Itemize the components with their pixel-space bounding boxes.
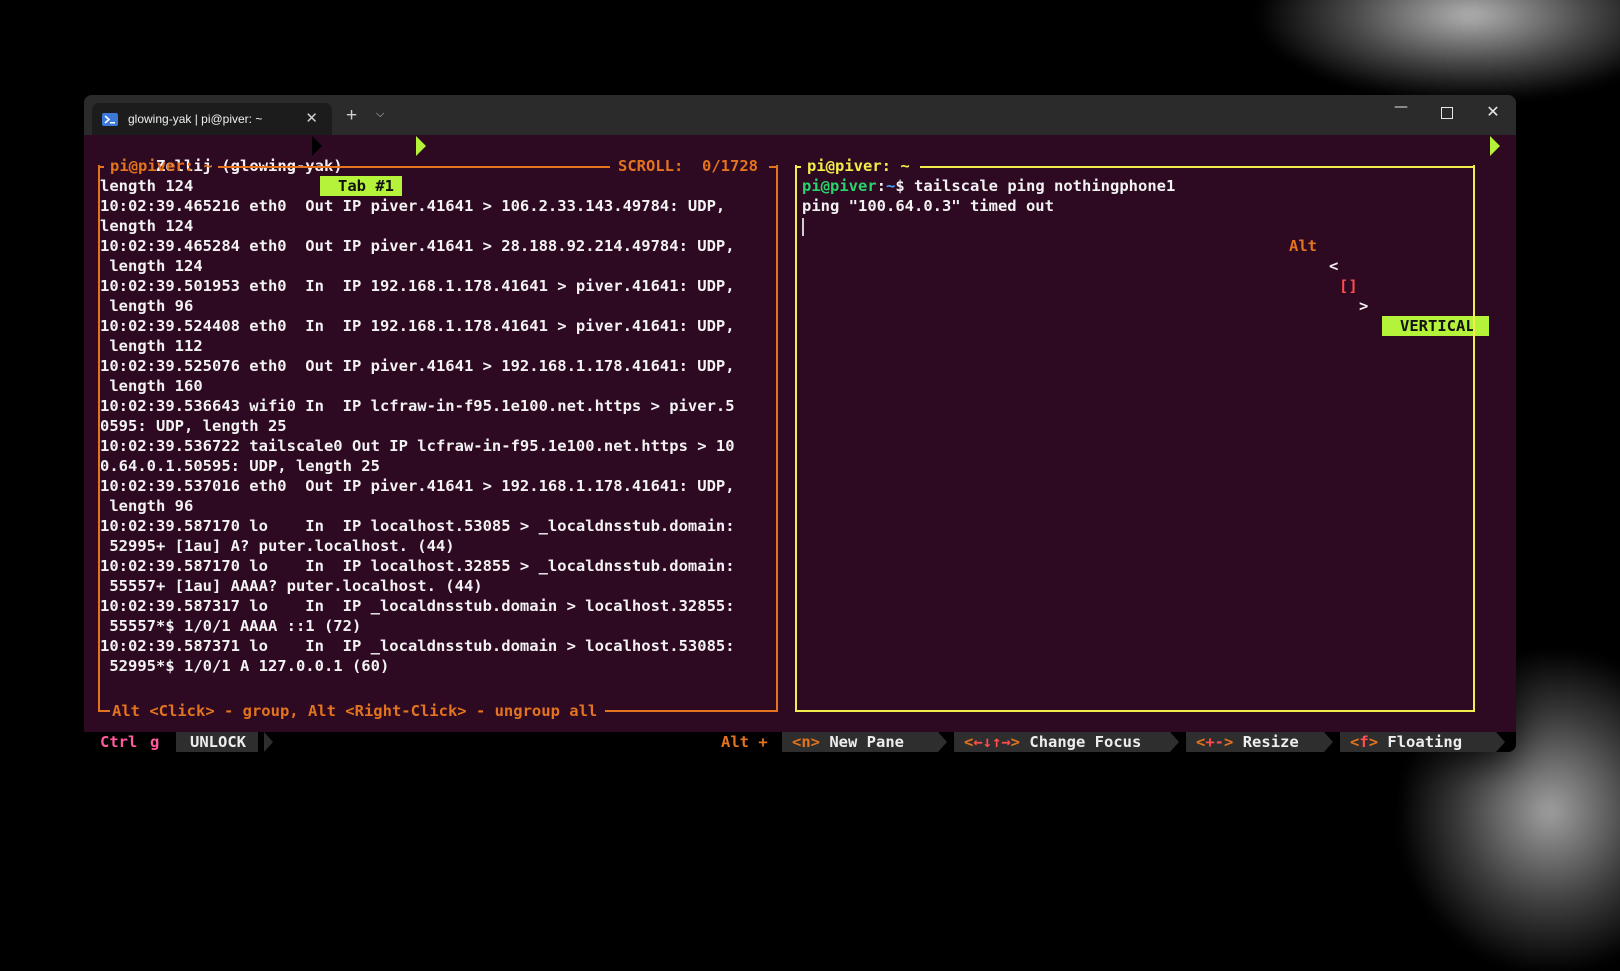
output-line: 52995+ [1au] A? puter.localhost. (44) [100, 537, 455, 555]
powershell-icon [102, 112, 118, 126]
maximize-button[interactable] [1432, 102, 1462, 124]
unlock-mode[interactable]: UNLOCK [176, 732, 258, 752]
right-pane-title: pi@piver: ~ [807, 157, 910, 175]
resize-key-open: < [1196, 733, 1206, 751]
output-line: length 112 [100, 337, 203, 355]
change-focus-hint[interactable]: <←↓↑→> Change Focus [954, 732, 1170, 752]
output-line: 10:02:39.465284 eth0 Out IP piver.41641 … [100, 237, 735, 255]
right-pane-border-top [795, 166, 801, 168]
g-key: g [150, 733, 160, 751]
float-key-open: < [1350, 733, 1360, 751]
background-glow-top [1260, 0, 1620, 100]
output-line: length 96 [100, 297, 194, 315]
focus-arrow-icon [1170, 732, 1179, 752]
tab-end-arrow-icon [416, 136, 426, 156]
focus-key-close: > [1010, 733, 1021, 751]
output-line: 0.64.0.1.50595: UDP, length 25 [100, 457, 380, 475]
output-line: 55557*$ 1/0/1 AAAA ::1 (72) [100, 617, 362, 635]
right-pane-border-top [920, 166, 1475, 168]
prompt-path: ~ [886, 177, 896, 195]
floating-arrow-icon [1496, 732, 1505, 752]
output-line: 10:02:39.587371 lo In IP _localdnsstub.d… [100, 637, 735, 655]
zellij-status-bar: Ctrl g UNLOCK Alt + <n> New Pane <←↓↑→> … [84, 732, 1516, 752]
alt-modifier: Alt + [721, 733, 768, 751]
floating-hint[interactable]: <f> Floating [1340, 732, 1496, 752]
output-line: 10:02:39.536722 tailscale0 Out IP lcfraw… [100, 437, 735, 455]
terminal-tab[interactable]: glowing-yak | pi@piver: ~ ✕ [92, 103, 332, 135]
minimize-button[interactable]: — [1386, 99, 1416, 121]
prompt-separator: : [876, 177, 886, 195]
title-bar: glowing-yak | pi@piver: ~ ✕ + ⌵ — ✕ [84, 95, 1516, 135]
float-key-close: > [1368, 733, 1379, 751]
new-pane-hint[interactable]: <n> New Pane [782, 732, 938, 752]
prompt-symbol: $ [895, 177, 905, 195]
cursor-caret [802, 217, 804, 236]
output-line: 10:02:39.501953 eth0 In IP 192.168.1.178… [100, 277, 735, 295]
change-focus-label: Change Focus [1029, 733, 1142, 751]
output-line: 10:02:39.587170 lo In IP localhost.53085… [100, 517, 735, 535]
new-pane-key: <n> [792, 733, 820, 751]
output-line: length 124 [100, 217, 194, 235]
zellij-tab-bar: Zellij (glowing-yak) Tab #1 Alt < [] > V… [100, 136, 1500, 336]
float-key-inner: f [1359, 733, 1369, 751]
new-pane-arrow-icon [938, 732, 947, 752]
shell-command: tailscale ping nothingphone1 [904, 177, 1176, 195]
focus-key-open: < [964, 733, 974, 751]
output-line: 10:02:39.536643 wifi0 In IP lcfraw-in-f9… [100, 397, 735, 415]
resize-key-inner: +- [1205, 733, 1225, 751]
output-line: 0595: UDP, length 25 [100, 417, 287, 435]
right-pane-focused[interactable] [795, 165, 1475, 712]
output-line: 10:02:39.524408 eth0 In IP 192.168.1.178… [100, 317, 735, 335]
left-pane-title: pi@piver: ~ [110, 157, 213, 175]
resize-label: Resize [1242, 733, 1299, 751]
left-pane-border-top [98, 166, 104, 168]
output-line: 55557+ [1au] AAAA? puter.localhost. (44) [100, 577, 483, 595]
scroll-indicator: SCROLL: 0/1728 [618, 157, 758, 175]
left-pane-border-top [218, 166, 610, 168]
output-line: length 124 [100, 257, 203, 275]
ctrl-key: Ctrl [100, 733, 138, 751]
floating-label: Floating [1387, 733, 1463, 751]
terminal-area[interactable]: Zellij (glowing-yak) Tab #1 Alt < [] > V… [84, 135, 1516, 752]
tab-title: glowing-yak | pi@piver: ~ [128, 112, 263, 126]
resize-key-close: > [1224, 733, 1234, 751]
text-cursor [802, 216, 804, 236]
shell-prompt-line: pi@piver:~$ tailscale ping nothingphone1 [802, 176, 1175, 196]
tab-separator-icon [312, 136, 322, 156]
left-pane-border-top [769, 166, 778, 168]
focus-key-arrows: ←↓↑→ [973, 733, 1011, 751]
new-pane-label: New Pane [829, 733, 904, 751]
output-line: 10:02:39.537016 eth0 Out IP piver.41641 … [100, 477, 735, 495]
resize-arrow-icon [1324, 732, 1333, 752]
maximize-icon [1441, 107, 1453, 119]
command-output: ping "100.64.0.3" timed out [802, 197, 1054, 215]
tcpdump-output: length 124 10:02:39.465216 eth0 Out IP p… [100, 176, 780, 676]
layout-end-arrow-icon [1490, 136, 1500, 156]
tab-dropdown-icon[interactable]: ⌵ [376, 107, 384, 121]
unlock-arrow-icon [264, 732, 273, 752]
output-line: 10:02:39.587317 lo In IP _localdnsstub.d… [100, 597, 735, 615]
output-line: 52995*$ 1/0/1 A 127.0.0.1 (60) [100, 657, 390, 675]
output-line: 10:02:39.465216 eth0 Out IP piver.41641 … [100, 197, 726, 215]
output-line: length 96 [100, 497, 194, 515]
resize-hint[interactable]: <+-> Resize [1186, 732, 1324, 752]
output-line: 10:02:39.587170 lo In IP localhost.32855… [100, 557, 735, 575]
close-tab-icon[interactable]: ✕ [305, 109, 318, 127]
prompt-user: pi@piver [802, 177, 877, 195]
output-line: 10:02:39.525076 eth0 Out IP piver.41641 … [100, 357, 735, 375]
left-pane-footer-hint: Alt <Click> - group, Alt <Right-Click> -… [110, 701, 606, 721]
window-close-button[interactable]: ✕ [1478, 102, 1508, 124]
terminal-window: glowing-yak | pi@piver: ~ ✕ + ⌵ — ✕ Zell… [84, 95, 1516, 752]
new-tab-button[interactable]: + [346, 105, 357, 127]
output-line: length 124 [100, 177, 194, 195]
output-line: length 160 [100, 377, 203, 395]
